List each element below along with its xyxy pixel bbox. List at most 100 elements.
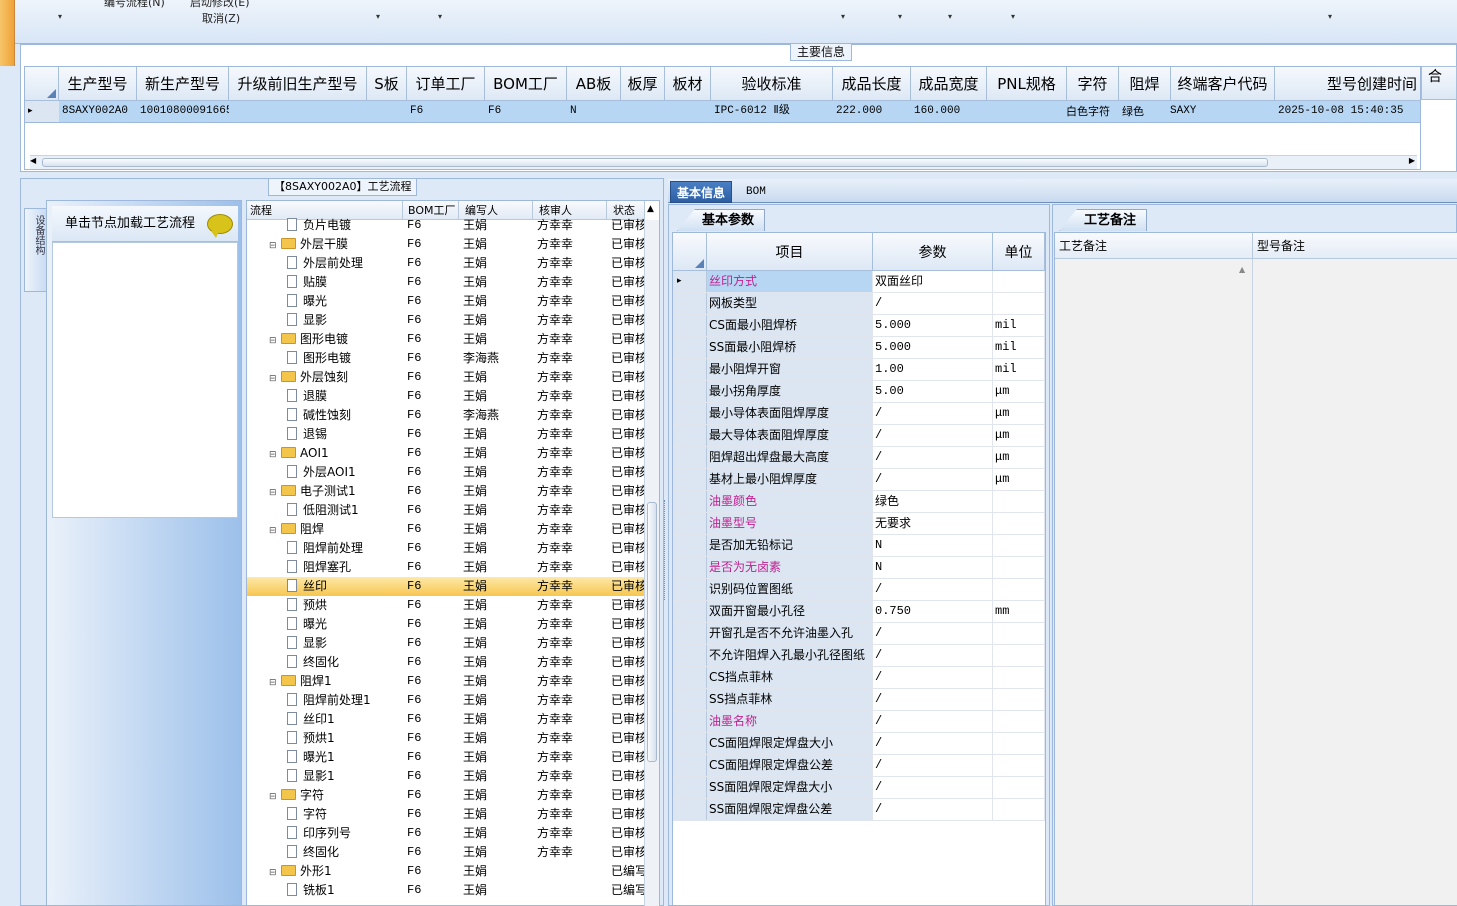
column-header[interactable]: 验收标准 xyxy=(711,67,833,101)
tree-row[interactable]: 终固化 F6 王娟 方幸幸 已审核 xyxy=(247,843,645,862)
tree-row[interactable]: 外层前处理 F6 王娟 方幸幸 已审核 xyxy=(247,254,645,273)
param-row[interactable]: 是否加无铅标记 N xyxy=(673,535,1045,557)
tree-row[interactable]: 退膜 F6 王娟 方幸幸 已审核 xyxy=(247,387,645,406)
collapse-toggle-icon[interactable]: ⊟ xyxy=(269,788,278,805)
dropdown-arrow-icon[interactable]: ▾ xyxy=(1011,12,1015,21)
tree-row[interactable]: ⊟ 外形1 F6 王娟 已编写 xyxy=(247,862,645,881)
param-row[interactable]: 油墨颜色 绿色 xyxy=(673,491,1045,513)
tree-row[interactable]: ⊟ 电子测试1 F6 王娟 方幸幸 已审核 xyxy=(247,482,645,501)
cell[interactable]: F6 xyxy=(485,101,567,122)
column-header[interactable]: AB板 xyxy=(567,67,621,101)
side-accent-tab[interactable] xyxy=(0,0,15,66)
tree-row[interactable]: 外层AOI1 F6 王娟 方幸幸 已审核 xyxy=(247,463,645,482)
comment-bubble-icon[interactable] xyxy=(207,214,233,238)
scroll-up-icon[interactable]: ▲ xyxy=(1239,265,1245,274)
param-value[interactable]: N xyxy=(873,557,993,578)
tree-node-label[interactable]: 贴膜 xyxy=(287,273,403,292)
tree-node-label[interactable]: 终固化 xyxy=(287,843,403,862)
tree-node-label[interactable]: 低阻测试1 xyxy=(287,501,403,520)
cell[interactable] xyxy=(665,101,711,122)
tree-node-label[interactable]: 外层AOI1 xyxy=(287,463,403,482)
tree-node-label[interactable]: 负片电镀 xyxy=(287,216,403,235)
param-row[interactable]: 最小拐角厚度 5.00 μm xyxy=(673,381,1045,403)
collapse-toggle-icon[interactable]: ⊟ xyxy=(269,484,278,501)
tree-row[interactable]: ⊟ 阻焊 F6 王娟 方幸幸 已审核 xyxy=(247,520,645,539)
cell[interactable]: F6 xyxy=(407,101,485,122)
tree-row[interactable]: 阻焊前处理1 F6 王娟 方幸幸 已审核 xyxy=(247,691,645,710)
param-value[interactable]: / xyxy=(873,799,993,820)
tree-node-label[interactable]: 印序列号 xyxy=(287,824,403,843)
column-header[interactable]: 订单工厂 xyxy=(407,67,485,101)
model-remark-field[interactable] xyxy=(1253,259,1457,905)
tree-node-label[interactable]: 预烘1 xyxy=(287,729,403,748)
column-header[interactable]: 阻焊 xyxy=(1119,67,1171,101)
column-header[interactable]: 新生产型号 xyxy=(137,67,229,101)
dropdown-arrow-icon[interactable]: ▾ xyxy=(841,12,845,21)
collapse-toggle-icon[interactable]: ⊟ xyxy=(269,674,278,691)
tree-node-label[interactable]: 显影 xyxy=(287,311,403,330)
param-row[interactable]: 最大导体表面阻焊厚度 / μm xyxy=(673,425,1045,447)
tree-node-label[interactable]: 退膜 xyxy=(287,387,403,406)
process-remark-field[interactable] xyxy=(1055,259,1253,905)
tree-row[interactable]: 印序列号 F6 王娟 方幸幸 已审核 xyxy=(247,824,645,843)
param-row[interactable]: SS面最小阻焊桥 5.000 mil xyxy=(673,337,1045,359)
tree-row[interactable]: 低阻测试1 F6 王娟 方幸幸 已审核 xyxy=(247,501,645,520)
dropdown-arrow-icon[interactable]: ▾ xyxy=(898,12,902,21)
param-row[interactable]: CS面阻焊限定焊盘大小 / xyxy=(673,733,1045,755)
param-row[interactable]: 基材上最小阻焊厚度 / μm xyxy=(673,469,1045,491)
tree-row[interactable]: ⊟ AOI1 F6 王娟 方幸幸 已审核 xyxy=(247,444,645,463)
tree-node-label[interactable]: ⊟ 外层干膜 xyxy=(269,235,403,254)
dropdown-arrow-icon[interactable]: ▾ xyxy=(1328,12,1332,21)
param-row[interactable]: 最小阻焊开窗 1.00 mil xyxy=(673,359,1045,381)
tree-row[interactable]: 丝印1 F6 王娟 方幸幸 已审核 xyxy=(247,710,645,729)
cancel-menu[interactable]: 取消(Z) xyxy=(202,10,240,26)
tree-row[interactable]: 铣板1 F6 王娟 已编写 xyxy=(247,881,645,900)
scroll-right-icon[interactable]: ▶ xyxy=(1409,156,1415,165)
tree-node-label[interactable]: 显影1 xyxy=(287,767,403,786)
tree-node-label[interactable]: 曝光 xyxy=(287,615,403,634)
param-value[interactable]: / xyxy=(873,447,993,468)
tree-node-label[interactable]: 丝印 xyxy=(287,577,403,596)
param-value[interactable]: / xyxy=(873,733,993,754)
tree-node-label[interactable]: 退锡 xyxy=(287,425,403,444)
tree-node-label[interactable]: 阻焊前处理 xyxy=(287,539,403,558)
column-header[interactable]: 字符 xyxy=(1067,67,1119,101)
collapse-toggle-icon[interactable]: ⊟ xyxy=(269,446,278,463)
tree-row[interactable]: 曝光 F6 王娟 方幸幸 已审核 xyxy=(247,292,645,311)
param-row[interactable]: 双面开窗最小孔径 0.750 mm xyxy=(673,601,1045,623)
tree-row[interactable]: 字符 F6 王娟 方幸幸 已审核 xyxy=(247,805,645,824)
column-header[interactable]: 升级前旧生产型号 xyxy=(229,67,367,101)
tree-node-label[interactable]: 阻焊前处理1 xyxy=(287,691,403,710)
cell[interactable]: 10010800091665 xyxy=(137,101,229,122)
collapse-toggle-icon[interactable]: ⊟ xyxy=(269,237,278,254)
tree-row[interactable]: 显影 F6 王娟 方幸幸 已审核 xyxy=(247,311,645,330)
tab-process-remark[interactable]: 工艺备注 xyxy=(1059,209,1148,231)
table-row[interactable]: ▸ 8SAXY002A0 10010800091665 F6 F6 N IPC-… xyxy=(25,101,1420,123)
column-header[interactable]: 生产型号 xyxy=(59,67,137,101)
param-value[interactable]: / xyxy=(873,425,993,446)
tree-node-label[interactable]: ⊟ 外层蚀刻 xyxy=(269,368,403,387)
tree-node-label[interactable]: 碱性蚀刻 xyxy=(287,406,403,425)
param-value[interactable]: / xyxy=(873,711,993,732)
tree-node-label[interactable]: ⊟ 外形1 xyxy=(269,862,403,881)
param-row[interactable]: 开窗孔是否不允许油墨入孔 / xyxy=(673,623,1045,645)
cell[interactable]: 白色字符 xyxy=(1063,101,1119,122)
param-row[interactable]: 网板类型 / xyxy=(673,293,1045,315)
column-header[interactable]: 型号备注 xyxy=(1253,233,1457,259)
tree-row[interactable]: ⊟ 字符 F6 王娟 方幸幸 已审核 xyxy=(247,786,645,805)
param-row[interactable]: SS挡点菲林 / xyxy=(673,689,1045,711)
param-value[interactable]: 绿色 xyxy=(873,491,993,512)
tree-row[interactable]: 曝光1 F6 王娟 方幸幸 已审核 xyxy=(247,748,645,767)
column-header[interactable]: 型号创建时间 xyxy=(1275,67,1420,101)
tree-row[interactable]: 贴膜 F6 王娟 方幸幸 已审核 xyxy=(247,273,645,292)
tree-row[interactable]: ⊟ 外层干膜 F6 王娟 方幸幸 已审核 xyxy=(247,235,645,254)
param-row[interactable]: 不允许阻焊入孔最小孔径图纸 / xyxy=(673,645,1045,667)
tree-node-label[interactable]: 图形电镀 xyxy=(287,349,403,368)
column-header[interactable]: 终端客户代码 xyxy=(1171,67,1275,101)
param-value[interactable]: / xyxy=(873,623,993,644)
column-header[interactable]: 参数 xyxy=(873,233,993,271)
column-header[interactable]: 板厚 xyxy=(621,67,665,101)
tree-row[interactable]: ⊟ 图形电镀 F6 王娟 方幸幸 已审核 xyxy=(247,330,645,349)
dropdown-arrow-icon[interactable]: ▾ xyxy=(58,12,62,21)
cell[interactable]: 8SAXY002A0 xyxy=(59,101,137,122)
